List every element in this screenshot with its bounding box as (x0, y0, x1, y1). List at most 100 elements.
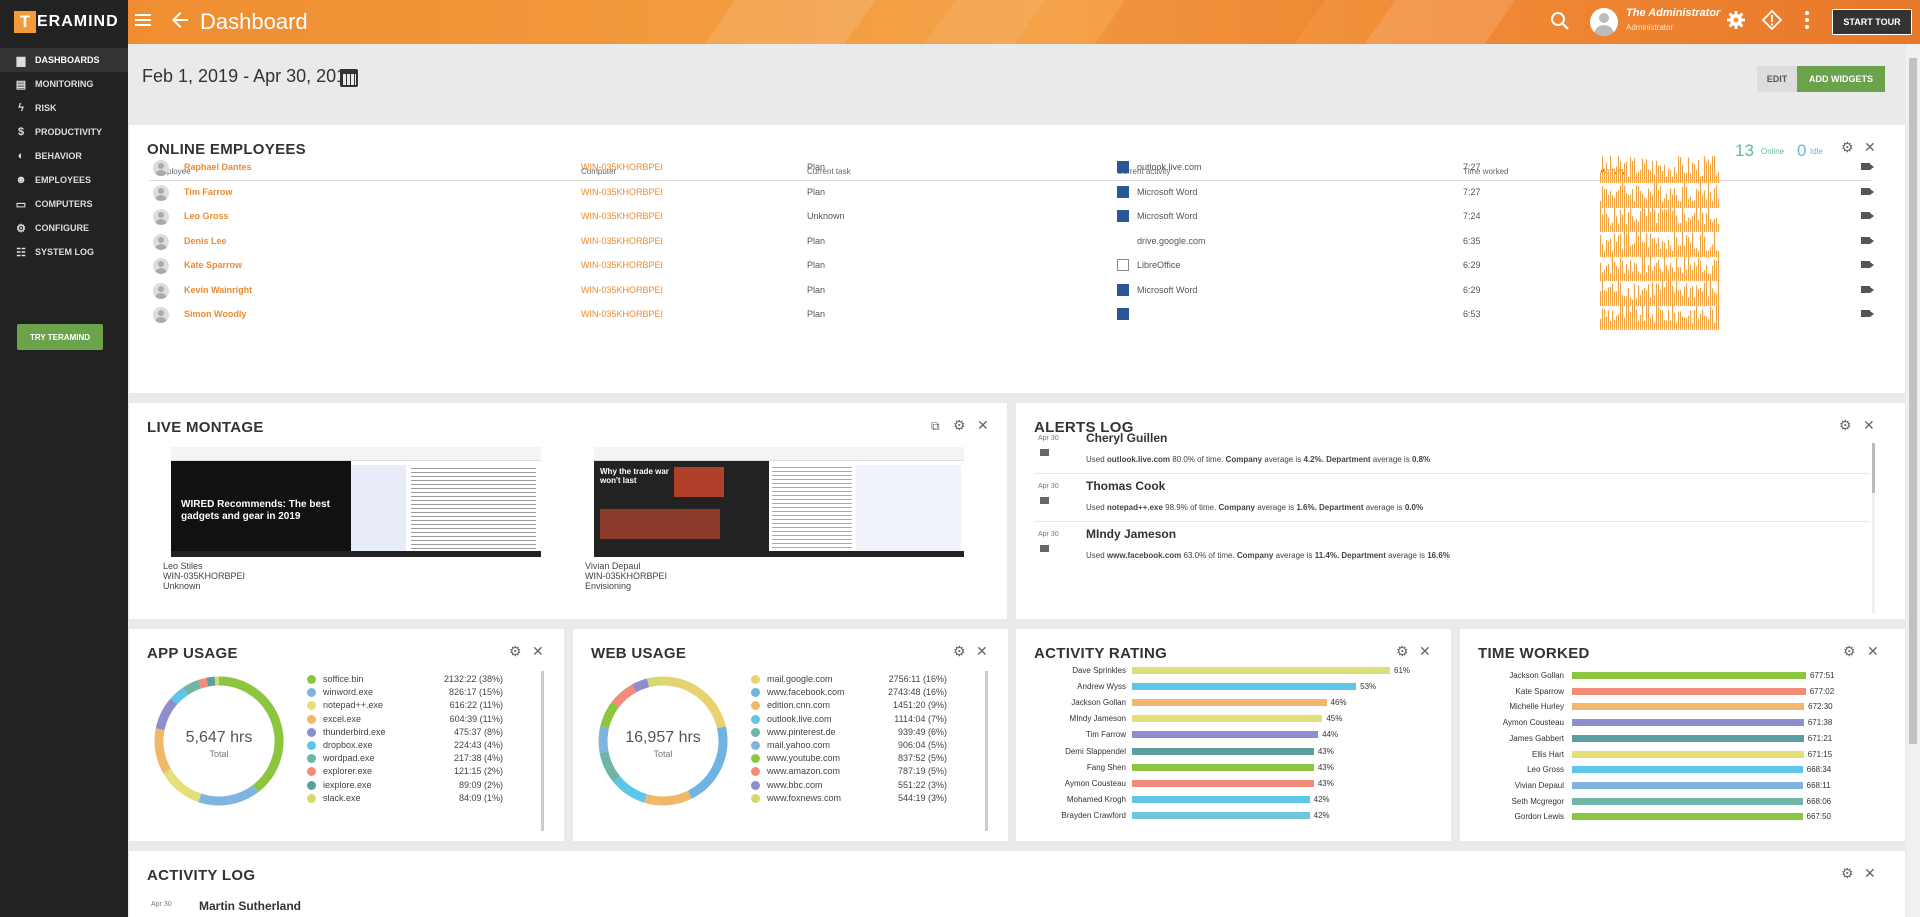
bar-row[interactable]: 677:51 (1572, 671, 1872, 681)
computer-name[interactable]: WIN-035KHORBPEI (581, 285, 663, 295)
computer-name[interactable]: WIN-035KHORBPEI (581, 187, 663, 197)
donut-slice[interactable] (155, 698, 178, 731)
legend-item[interactable]: excel.exe 604:39 (11%) (307, 714, 503, 726)
gear-icon[interactable]: ⚙ (1841, 139, 1854, 156)
bar[interactable] (1572, 687, 1806, 695)
calendar-icon[interactable] (340, 69, 358, 87)
bar-row[interactable]: 61% (1132, 667, 1422, 676)
add-widgets-button[interactable]: ADD WIDGETS (1797, 66, 1885, 92)
donut-slice[interactable] (198, 784, 259, 806)
computer-name[interactable]: WIN-035KHORBPEI (581, 236, 663, 246)
bar[interactable] (1132, 699, 1327, 707)
bar-row[interactable]: 671:15 (1572, 750, 1872, 760)
donut-slice[interactable] (644, 790, 692, 806)
video-camera-icon[interactable] (1040, 545, 1049, 552)
employee-name[interactable]: Raphael Dantes (184, 162, 252, 172)
donut-slice[interactable] (646, 676, 664, 688)
employee-name[interactable]: Leo Gross (184, 211, 229, 221)
legend-item[interactable]: iexplore.exe 89:09 (2%) (307, 780, 503, 792)
bar-row[interactable]: 44% (1132, 730, 1422, 740)
gear-icon[interactable]: ⚙ (1841, 865, 1854, 882)
edit-button[interactable]: EDIT (1757, 66, 1797, 92)
bar-row[interactable]: 43% (1132, 747, 1422, 757)
bar[interactable] (1572, 781, 1803, 789)
page-scrollbar[interactable] (1906, 44, 1920, 917)
bar-row[interactable]: 43% (1132, 779, 1422, 789)
donut-slice[interactable] (600, 702, 619, 729)
more-vertical-icon[interactable] (1804, 10, 1810, 34)
bar[interactable] (1132, 715, 1323, 723)
bar[interactable] (1132, 779, 1314, 787)
sidebar-item-risk[interactable]: ϟ RISK (0, 96, 128, 120)
legend-scrollbar[interactable] (541, 671, 544, 831)
video-camera-icon[interactable] (1861, 187, 1874, 195)
close-icon[interactable]: ✕ (532, 643, 544, 660)
close-icon[interactable]: ✕ (976, 643, 988, 660)
legend-item[interactable]: soffice.bin 2132:22 (38%) (307, 674, 503, 686)
legend-item[interactable]: slack.exe 84:09 (1%) (307, 793, 503, 805)
page-scrollbar-thumb[interactable] (1909, 58, 1917, 744)
bar[interactable] (1572, 797, 1803, 805)
legend-item[interactable]: notepad++.exe 616:22 (11%) (307, 700, 503, 712)
legend-item[interactable]: outlook.live.com 1114:04 (7%) (751, 714, 947, 726)
sidebar-item-computers[interactable]: ▭ COMPUTERS (0, 192, 128, 216)
bar-row[interactable]: 672:30 (1572, 702, 1872, 712)
bar-row[interactable]: 671:21 (1572, 734, 1872, 744)
sidebar-item-monitoring[interactable]: ▤ MONITORING (0, 72, 128, 96)
bar[interactable] (1572, 719, 1804, 727)
donut-slice[interactable] (206, 676, 216, 687)
bar[interactable] (1132, 795, 1310, 803)
gear-icon[interactable]: ⚙ (953, 417, 966, 434)
montage-user-name[interactable]: Vivian Depaul (585, 561, 640, 571)
bar[interactable] (1132, 747, 1314, 755)
bar[interactable] (1572, 734, 1804, 742)
legend-item[interactable]: mail.google.com 2756:11 (16%) (751, 674, 947, 686)
employee-name[interactable]: Kate Sparrow (184, 260, 242, 270)
bar-row[interactable]: 668:34 (1572, 765, 1872, 775)
sidebar-item-employees[interactable]: ☻ EMPLOYEES (0, 168, 128, 192)
hamburger-menu-icon[interactable] (134, 11, 152, 33)
date-range-picker[interactable]: Feb 1, 2019 - Apr 30, 2019 (142, 66, 356, 87)
bar-row[interactable]: 45% (1132, 714, 1422, 724)
sidebar-item-productivity[interactable]: $ PRODUCTIVITY (0, 120, 128, 144)
screenshot-thumbnail[interactable]: WIRED Recommends: The best gadgets and g… (171, 447, 541, 557)
external-link-icon[interactable]: ⧉ (931, 419, 940, 434)
donut-slice[interactable] (170, 687, 189, 705)
video-camera-icon[interactable] (1861, 236, 1874, 244)
alert-diamond-icon[interactable] (1761, 9, 1783, 34)
sidebar-item-configure[interactable]: ⚙ CONFIGURE (0, 216, 128, 240)
bar-row[interactable]: 46% (1132, 698, 1422, 708)
bar-row[interactable]: 677:02 (1572, 687, 1872, 697)
bar-row[interactable]: 667:50 (1572, 812, 1872, 822)
legend-scrollbar[interactable] (985, 671, 988, 831)
legend-item[interactable]: edition.cnn.com 1451:20 (9%) (751, 700, 947, 712)
bar-row[interactable]: 668:11 (1572, 781, 1872, 791)
donut-slice[interactable] (613, 776, 648, 803)
video-camera-icon[interactable] (1861, 212, 1874, 219)
avatar[interactable] (1590, 8, 1618, 36)
try-teramind-button[interactable]: TRY TERAMIND (17, 324, 103, 350)
computer-name[interactable]: WIN-035KHORBPEI (581, 162, 663, 172)
legend-item[interactable]: www.pinterest.de 939:49 (6%) (751, 727, 947, 739)
bar[interactable] (1572, 750, 1804, 758)
bar[interactable] (1132, 811, 1310, 819)
bar-row[interactable]: 42% (1132, 795, 1422, 805)
bar-row[interactable]: 53% (1132, 682, 1422, 692)
bar[interactable] (1572, 813, 1803, 821)
log-user-name[interactable]: Martin Sutherland (199, 899, 301, 913)
computer-name[interactable]: WIN-035KHORBPEI (581, 211, 663, 221)
gear-icon[interactable]: ⚙ (509, 643, 522, 660)
legend-item[interactable]: winword.exe 826:17 (15%) (307, 687, 503, 699)
legend-item[interactable]: www.foxnews.com 544:19 (3%) (751, 793, 947, 805)
donut-slice[interactable] (611, 684, 637, 708)
legend-item[interactable]: www.facebook.com 2743:48 (16%) (751, 687, 947, 699)
employee-name[interactable]: Tim Farrow (184, 187, 232, 197)
bar[interactable] (1572, 672, 1806, 679)
alert-user-name[interactable]: MIndy Jameson (1086, 527, 1176, 541)
close-icon[interactable]: ✕ (1419, 643, 1431, 660)
bar-row[interactable]: 668:06 (1572, 797, 1872, 807)
bar-row[interactable]: 671:38 (1572, 718, 1872, 728)
gear-icon[interactable]: ⚙ (1396, 643, 1409, 660)
legend-item[interactable]: www.amazon.com 787:19 (5%) (751, 766, 947, 778)
legend-item[interactable]: dropbox.exe 224:43 (4%) (307, 740, 503, 752)
